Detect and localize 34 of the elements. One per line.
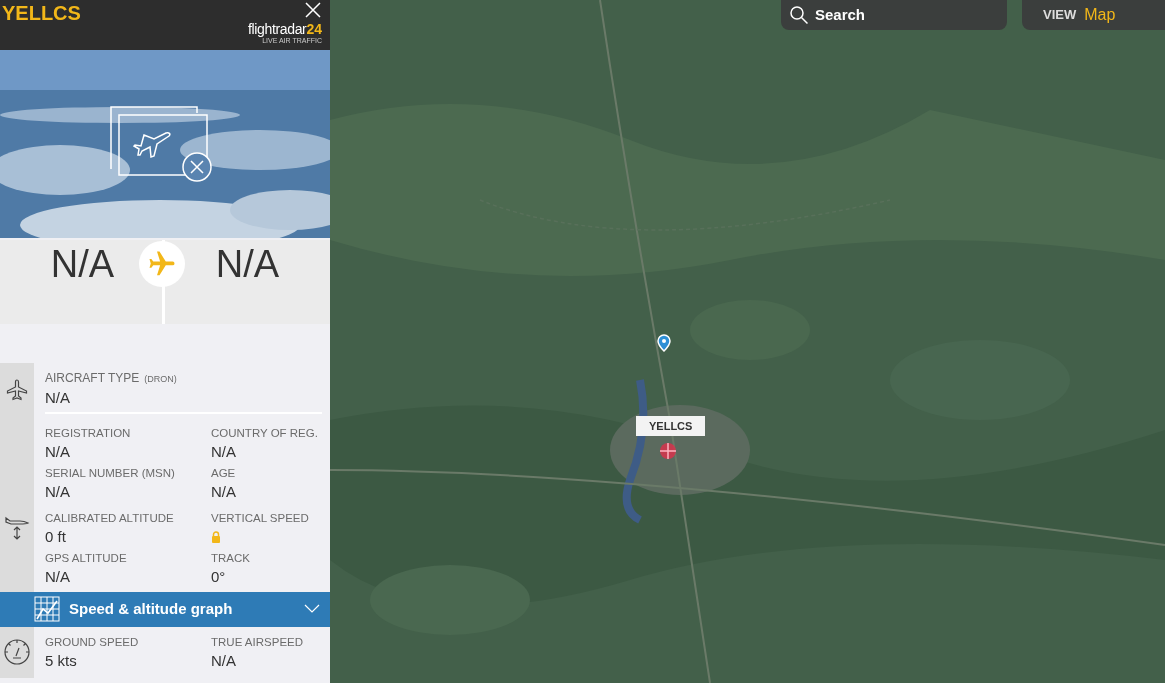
- field-value: N/A: [211, 441, 237, 462]
- field-value: 5 kts: [45, 650, 78, 671]
- field-label: AIRCRAFT TYPE: [45, 370, 140, 386]
- lock-icon: [211, 530, 221, 543]
- field-value: N/A: [211, 481, 237, 502]
- field-value: 0°: [211, 566, 227, 587]
- field-label: TRACK: [211, 550, 251, 566]
- graph-toggle-bar[interactable]: Speed & altitude graph: [0, 591, 330, 627]
- field-label: SERIAL NUMBER (MSN): [45, 465, 176, 481]
- airplane-icon: [5, 378, 29, 402]
- field-label: AGE: [211, 465, 237, 481]
- chart-icon: [34, 596, 60, 622]
- aircraft-code: (DRON): [144, 373, 177, 386]
- origin-airport: N/A: [50, 242, 115, 287]
- field-label: VERTICAL SPEED: [211, 510, 310, 526]
- field-label: CALIBRATED ALTITUDE: [45, 510, 175, 526]
- gauge-icon: [3, 638, 31, 666]
- field-label: GROUND SPEED: [45, 634, 140, 650]
- field-value: 0 ft: [45, 526, 67, 547]
- altitude-icon: [4, 514, 30, 540]
- field-label: GPS ALTITUDE: [45, 550, 128, 566]
- field-value: N/A: [45, 566, 71, 587]
- field-label: REGISTRATION: [45, 425, 132, 441]
- logo-name: flightradar: [248, 21, 307, 37]
- logo-number: 24: [306, 21, 322, 37]
- close-button[interactable]: [304, 1, 322, 19]
- flight-callsign: YELLCS: [2, 1, 81, 26]
- field-label: TRUE AIRSPEED: [211, 634, 305, 650]
- field-label: COUNTRY OF REG.: [211, 425, 319, 441]
- field-value: N/A: [45, 481, 71, 502]
- field-value: N/A: [211, 650, 237, 671]
- destination-airport: N/A: [215, 242, 280, 287]
- field-value: N/A: [45, 441, 71, 462]
- field-value: N/A: [45, 387, 71, 408]
